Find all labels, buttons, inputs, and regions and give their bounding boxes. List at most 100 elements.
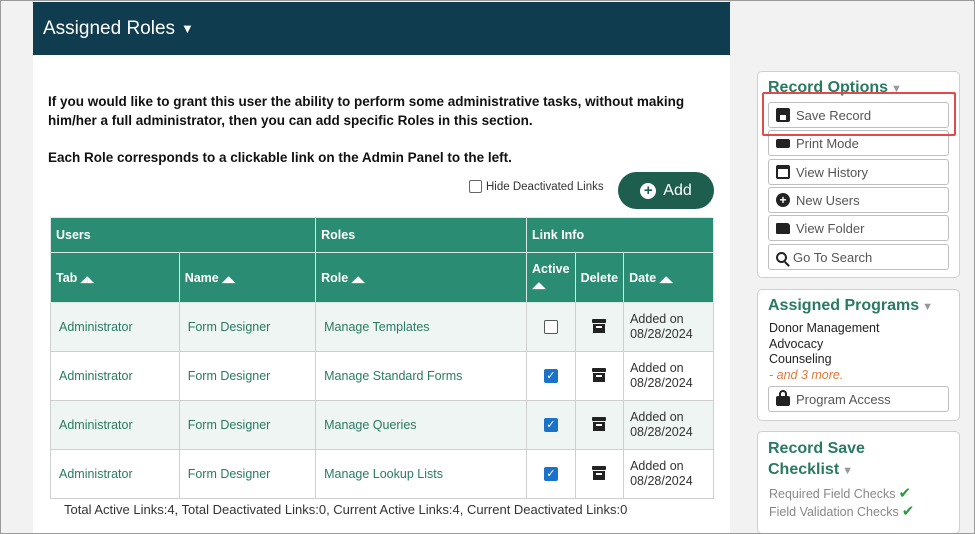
cell-tab[interactable]: Administrator (50, 449, 180, 499)
sort-icon[interactable]: ◢◣ (532, 280, 546, 290)
active-checkbox[interactable] (543, 320, 558, 335)
group-header-link-info: Link Info (526, 217, 714, 253)
archive-delete-icon[interactable] (592, 416, 607, 431)
print-mode-button[interactable]: Print Mode (768, 130, 949, 156)
archive-delete-icon[interactable] (592, 367, 607, 382)
cell-tab[interactable]: Administrator (50, 302, 180, 352)
column-header-role[interactable]: Role ◢◣ (315, 252, 528, 303)
record-save-checklist-panel: Record Save Checklist ▼ Required Field Ch… (757, 431, 960, 534)
hide-deactivated-label: Hide Deactivated Links (486, 180, 604, 193)
table-row: Administrator Form Designer Manage Lookup … (50, 449, 714, 499)
cell-role[interactable]: Manage Templates (315, 302, 528, 352)
cell-delete (574, 302, 625, 352)
plus-circle-icon: + (776, 193, 790, 207)
chevron-down-icon[interactable]: ▼ (922, 301, 933, 313)
view-history-button[interactable]: View History (768, 159, 949, 185)
hide-deactivated-checkbox[interactable] (469, 180, 482, 193)
cell-delete (574, 449, 625, 499)
sort-icon[interactable]: ◢◣ (351, 274, 365, 284)
cell-name[interactable]: Form Designer (178, 351, 317, 401)
cell-date: Added on 08/28/2024 (623, 351, 714, 401)
chevron-down-icon[interactable]: ▼ (181, 21, 194, 36)
active-checkbox[interactable]: ✓ (543, 418, 558, 433)
view-folder-button[interactable]: View Folder (768, 215, 949, 241)
new-users-button[interactable]: + New Users (768, 187, 949, 213)
checklist-title-line-1: Record Save (768, 440, 865, 457)
chevron-down-icon[interactable]: ▼ (842, 465, 853, 477)
program-item: Advocacy (769, 336, 824, 351)
roles-table: Users Roles Link Info Tab ◢◣ Name ◢◣ Role ◢… (49, 217, 714, 499)
program-access-button[interactable]: Program Access (768, 386, 949, 412)
search-icon (776, 251, 787, 263)
cell-role[interactable]: Manage Queries (315, 400, 528, 450)
add-button[interactable]: + Add (618, 172, 714, 209)
record-options-header[interactable]: Record Options ▼ (758, 79, 959, 97)
group-header-roles: Roles (315, 217, 528, 253)
assigned-programs-title: Assigned Programs (768, 297, 920, 314)
cell-tab[interactable]: Administrator (50, 351, 180, 401)
column-header-delete: Delete (574, 252, 625, 303)
cell-role[interactable]: Manage Standard Forms (315, 351, 528, 401)
printer-icon (776, 138, 790, 148)
cell-delete (574, 351, 625, 401)
cell-name[interactable]: Form Designer (178, 449, 317, 499)
calendar-icon (776, 165, 790, 179)
panel-title: Assigned Roles (43, 17, 176, 39)
cell-date: Added on 08/28/2024 (623, 449, 714, 499)
program-item: Donor Management (769, 321, 880, 335)
checkmark-icon: ✔ (901, 503, 915, 520)
checklist-title-line-2: Checklist (768, 461, 840, 478)
cell-delete (574, 400, 625, 450)
cell-active (526, 302, 576, 352)
column-header-active[interactable]: Active ◢◣ (526, 252, 576, 303)
checklist-item: Required Field Checks ✔ (769, 485, 912, 502)
folder-icon (776, 222, 790, 234)
cell-date: Added on 08/28/2024 (623, 400, 714, 450)
assigned-programs-header[interactable]: Assigned Programs ▼ (758, 297, 959, 315)
record-options-title: Record Options (768, 79, 889, 96)
archive-delete-icon[interactable] (592, 465, 607, 480)
intro-paragraph-2: Each Role corresponds to a clickable lin… (48, 150, 512, 165)
sort-icon[interactable]: ◢◣ (659, 274, 673, 284)
cell-name[interactable]: Form Designer (178, 302, 317, 352)
floppy-disk-icon (776, 108, 790, 122)
save-record-button[interactable]: Save Record (768, 102, 949, 128)
program-item: Counseling (769, 352, 832, 366)
table-row: Administrator Form Designer Manage Templat… (50, 302, 714, 352)
program-list: Donor Management Advocacy Counseling - a… (769, 321, 879, 383)
chevron-down-icon[interactable]: ▼ (891, 83, 902, 95)
plus-circle-icon: + (640, 182, 657, 199)
cell-role[interactable]: Manage Lookup Lists (315, 449, 528, 499)
column-header-tab[interactable]: Tab ◢◣ (50, 252, 180, 303)
cell-name[interactable]: Form Designer (178, 400, 317, 450)
column-header-name[interactable]: Name ◢◣ (178, 252, 317, 303)
checkmark-icon: ✔ (898, 485, 912, 502)
totals-summary: Total Active Links:4, Total Deactivated … (64, 502, 628, 517)
more-programs-link[interactable]: - and 3 more. (769, 368, 879, 384)
lock-icon (776, 390, 790, 406)
go-to-search-button[interactable]: Go To Search (768, 244, 949, 270)
hide-deactivated-toggle[interactable]: Hide Deactivated Links (469, 180, 604, 193)
cell-active: ✓ (526, 351, 576, 401)
active-checkbox[interactable]: ✓ (543, 467, 558, 482)
panel-header[interactable]: Assigned Roles ▼ (33, 2, 730, 55)
active-checkbox[interactable]: ✓ (543, 369, 558, 384)
cell-tab[interactable]: Administrator (50, 400, 180, 450)
table-row: Administrator Form Designer Manage Standar… (50, 351, 714, 401)
intro-text: If you would like to grant this user the… (48, 92, 718, 167)
cell-active: ✓ (526, 400, 576, 450)
intro-paragraph-1: If you would like to grant this user the… (48, 94, 685, 128)
group-header-users: Users (49, 217, 317, 253)
cell-date: Added on 08/28/2024 (623, 302, 714, 352)
column-header-date[interactable]: Date ◢◣ (623, 252, 714, 303)
assigned-programs-panel: Assigned Programs ▼ Donor Management Advo… (757, 289, 960, 421)
table-row: Administrator Form Designer Manage Queries… (50, 400, 714, 450)
checklist-item: Field Validation Checks ✔ (769, 503, 915, 520)
sort-icon[interactable]: ◢◣ (222, 274, 236, 284)
checklist-header[interactable]: Record Save Checklist ▼ (758, 438, 959, 482)
cell-active: ✓ (526, 449, 576, 499)
add-button-label: Add (663, 181, 692, 199)
archive-delete-icon[interactable] (592, 318, 607, 333)
assigned-roles-panel: Assigned Roles ▼ If you would like to gr… (33, 2, 730, 534)
sort-icon[interactable]: ◢◣ (80, 274, 94, 284)
